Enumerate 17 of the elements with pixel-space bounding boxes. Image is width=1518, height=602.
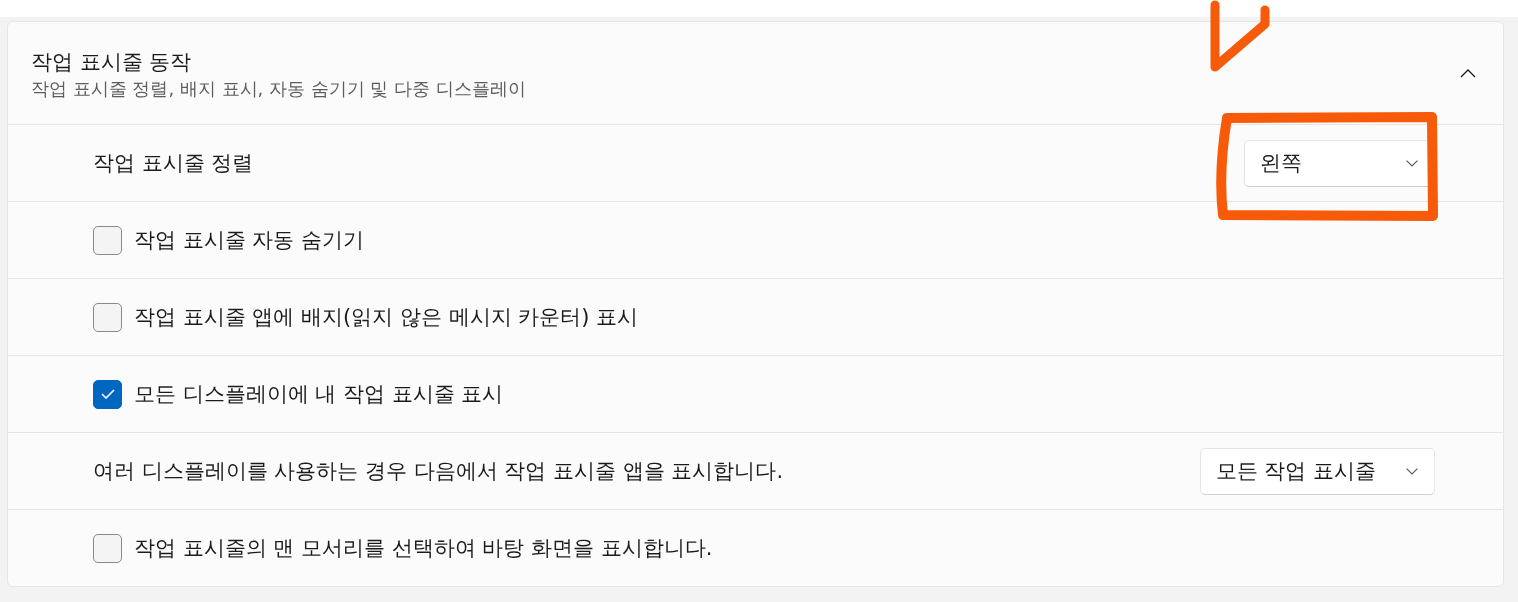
dropdown[interactable]: 모든 작업 표시줄 <box>1199 447 1435 495</box>
checkbox-label: 작업 표시줄 자동 숨기기 <box>134 226 365 254</box>
checkbox[interactable] <box>93 302 122 332</box>
checkbox[interactable] <box>93 533 122 563</box>
checkmark-icon <box>100 389 115 399</box>
section-subtitle: 작업 표시줄 정렬, 배지 표시, 자동 숨기기 및 다중 디스플레이 <box>31 76 526 100</box>
setting-label: 작업 표시줄 정렬 <box>93 149 254 177</box>
section-title: 작업 표시줄 동작 <box>31 48 192 76</box>
checkbox-label: 작업 표시줄 앱에 배지(읽지 않은 메시지 카운터) 표시 <box>134 303 639 331</box>
checkbox-label: 작업 표시줄의 맨 모서리를 선택하여 바탕 화면을 표시합니다. <box>134 534 713 562</box>
chevron-up-icon[interactable] <box>1460 68 1476 78</box>
chevron-down-icon <box>1406 159 1418 167</box>
chevron-down-icon <box>1406 467 1418 475</box>
checkbox[interactable] <box>93 379 122 409</box>
checkbox-label: 모든 디스플레이에 내 작업 표시줄 표시 <box>134 380 504 408</box>
checkbox[interactable] <box>93 225 122 255</box>
setting-label: 여러 디스플레이를 사용하는 경우 다음에서 작업 표시줄 앱을 표시합니다. <box>93 457 784 485</box>
